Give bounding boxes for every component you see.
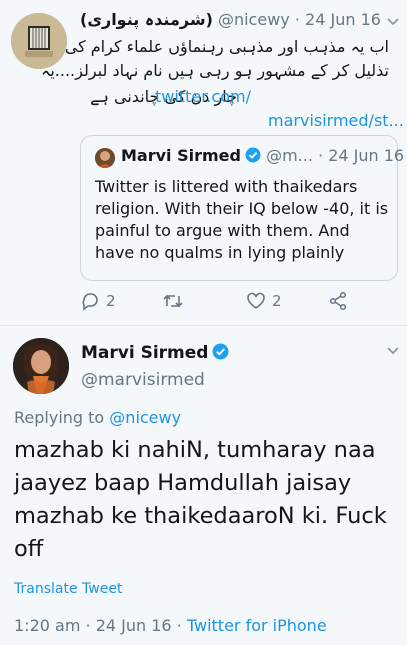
retweet-icon (163, 294, 183, 308)
share-button[interactable] (328, 290, 354, 312)
tweet-date[interactable]: 24 Jun 16 (305, 10, 381, 29)
main-tweet: Marvi Sirmed @marvisirmed Replying to @n… (0, 326, 407, 645)
quoted-tweet-text: Twitter is littered with thaikedars reli… (95, 177, 389, 262)
tweet-text-line-2: تذلیل کر کے مشہور ہو رہی ہیں نام نہاد لب… (40, 61, 389, 80)
verified-badge-icon (213, 343, 229, 360)
reply-button[interactable]: 2 (80, 290, 116, 312)
tweet-date: 24 Jun 16 (95, 616, 172, 635)
quoted-author-handle: @m... (266, 146, 313, 165)
author-name[interactable]: Marvi Sirmed (81, 343, 229, 363)
retweet-button[interactable] (162, 290, 190, 312)
quoted-tweet-card[interactable]: Marvi Sirmed @m... · 24 Jun 16 Twitter i… (80, 135, 404, 281)
heart-icon (247, 292, 265, 309)
marvi-small-avatar (95, 148, 115, 168)
marvi-avatar[interactable] (13, 338, 69, 394)
like-count: 2 (272, 292, 282, 310)
translate-tweet-link[interactable]: Translate Tweet (14, 581, 122, 597)
like-button[interactable]: 2 (246, 290, 282, 312)
tweet-text-line-1: اب یہ مذہب اور مذہبی رہنماؤں علماء کرام … (64, 37, 389, 56)
share-icon (329, 291, 347, 311)
separator: · (318, 146, 324, 165)
quoted-author-name[interactable]: Marvi Sirmed (121, 146, 241, 165)
separator: · (294, 10, 300, 29)
author-name[interactable]: (شرمندہ پنواری) (80, 10, 213, 29)
verified-badge-icon (245, 147, 261, 163)
separator: · (85, 616, 91, 635)
separator: · (176, 616, 182, 635)
author-handle[interactable]: @marvisirmed (81, 370, 205, 390)
quoted-tweet-header: Marvi Sirmed @m... · 24 Jun 16 (121, 146, 404, 165)
reply-icon (82, 293, 98, 311)
quoting-tweet[interactable]: (شرمندہ پنواری) @nicewy · 24 Jun 16 اب ی… (0, 0, 407, 325)
tweet-source-link[interactable]: Twitter for iPhone (187, 616, 327, 635)
chevron-down-icon[interactable] (386, 346, 400, 356)
quoted-tweet-date: 24 Jun 16 (328, 146, 405, 165)
replying-handle-link[interactable]: @nicewy (109, 408, 181, 427)
person-avatar-icon (13, 338, 69, 394)
person-avatar-icon (95, 148, 115, 168)
tweet-link[interactable]: twitter.com/ (155, 84, 251, 109)
tweet-link-path[interactable]: marvisirmed/st... (268, 108, 404, 133)
tweet-text: mazhab ki nahiN, tumharay naa jaayez baa… (14, 437, 387, 562)
tweet-meta: 1:20 am · 24 Jun 16 · Twitter for iPhone (14, 616, 327, 635)
author-handle[interactable]: @nicewy (218, 10, 290, 29)
replying-prefix: Replying to (14, 408, 105, 427)
quoting-tweet-header: (شرمندہ پنواری) @nicewy · 24 Jun 16 (80, 10, 381, 29)
tweet-actions: 2 2 (80, 290, 380, 312)
reply-count: 2 (106, 292, 116, 310)
replying-to: Replying to @nicewy (14, 408, 181, 427)
chevron-down-icon[interactable] (386, 17, 400, 27)
author-name-text: Marvi Sirmed (81, 343, 209, 363)
tweet-time: 1:20 am (14, 616, 81, 635)
